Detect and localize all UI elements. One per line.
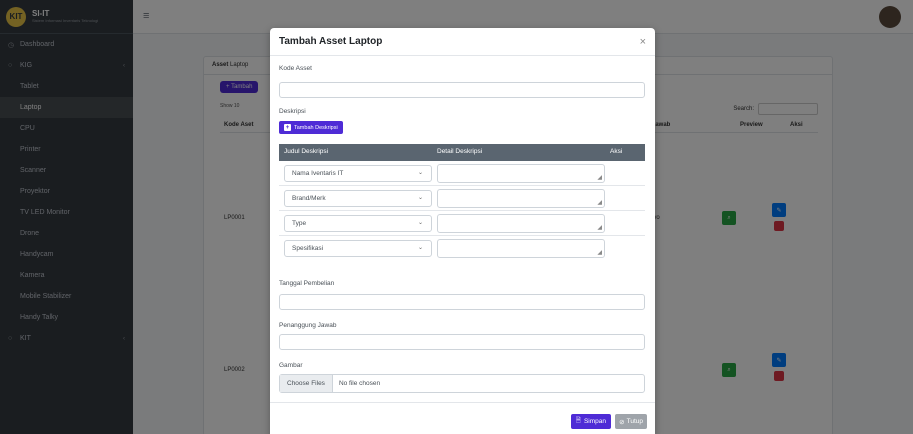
table-row: Brand/Merk ⌄ ◢ — [279, 186, 645, 211]
resize-icon: ◢ — [597, 250, 602, 256]
description-table-header: Judul Deskripsi Detail Deskripsi Aksi — [279, 144, 645, 161]
deskripsi-label: Deskripsi — [279, 108, 306, 115]
modal-header: Tambah Asset Laptop × — [270, 28, 655, 56]
description-detail-textarea[interactable]: ◢ — [437, 239, 605, 258]
chevron-down-icon: ⌄ — [417, 220, 423, 226]
tanggal-pembelian-label: Tanggal Pembelian — [279, 280, 335, 287]
description-title-select[interactable]: Nama Iventaris IT ⌄ — [284, 165, 432, 182]
description-detail-textarea[interactable]: ◢ — [437, 214, 605, 233]
table-row: Spesifikasi ⌄ ◢ — [279, 236, 645, 261]
table-row: Nama Iventaris IT ⌄ ◢ — [279, 161, 645, 186]
table-row: Type ⌄ ◢ — [279, 211, 645, 236]
resize-icon: ◢ — [597, 175, 602, 181]
description-title-select[interactable]: Spesifikasi ⌄ — [284, 240, 432, 257]
description-detail-textarea[interactable]: ◢ — [437, 189, 605, 208]
modal-footer: 🗎 Simpan ⊘ Tutup — [270, 402, 655, 434]
chevron-down-icon: ⌄ — [417, 245, 423, 251]
resize-icon: ◢ — [597, 200, 602, 206]
chevron-down-icon: ⌄ — [417, 195, 423, 201]
penanggung-jawab-input[interactable] — [279, 334, 645, 350]
chevron-down-icon: ⌄ — [417, 170, 423, 176]
gambar-file-input[interactable]: Choose Files No file chosen — [279, 374, 645, 393]
description-table: Judul Deskripsi Detail Deskripsi Aksi Na… — [279, 144, 645, 261]
add-asset-modal: Tambah Asset Laptop × Kode Asset Deskrip… — [270, 28, 655, 434]
plus-icon: + — [284, 124, 291, 131]
modal-title: Tambah Asset Laptop — [279, 36, 383, 47]
kode-asset-label: Kode Asset — [279, 65, 312, 72]
description-detail-textarea[interactable]: ◢ — [437, 164, 605, 183]
cancel-icon: ⊘ — [619, 418, 625, 426]
close-icon[interactable]: × — [640, 36, 646, 48]
choose-files-button[interactable]: Choose Files — [280, 375, 333, 392]
description-title-select[interactable]: Brand/Merk ⌄ — [284, 190, 432, 207]
kode-asset-input[interactable] — [279, 82, 645, 98]
save-icon: 🗎 — [575, 417, 581, 424]
penanggung-jawab-label: Penanggung Jawab — [279, 322, 337, 329]
tanggal-pembelian-input[interactable] — [279, 294, 645, 310]
description-title-select[interactable]: Type ⌄ — [284, 215, 432, 232]
resize-icon: ◢ — [597, 225, 602, 231]
gambar-label: Gambar — [279, 362, 303, 369]
add-description-button[interactable]: + Tambah Deskripsi — [279, 121, 343, 134]
no-file-text: No file chosen — [338, 380, 381, 387]
save-button[interactable]: 🗎 Simpan — [570, 414, 611, 429]
close-button[interactable]: ⊘ Tutup — [615, 414, 647, 429]
